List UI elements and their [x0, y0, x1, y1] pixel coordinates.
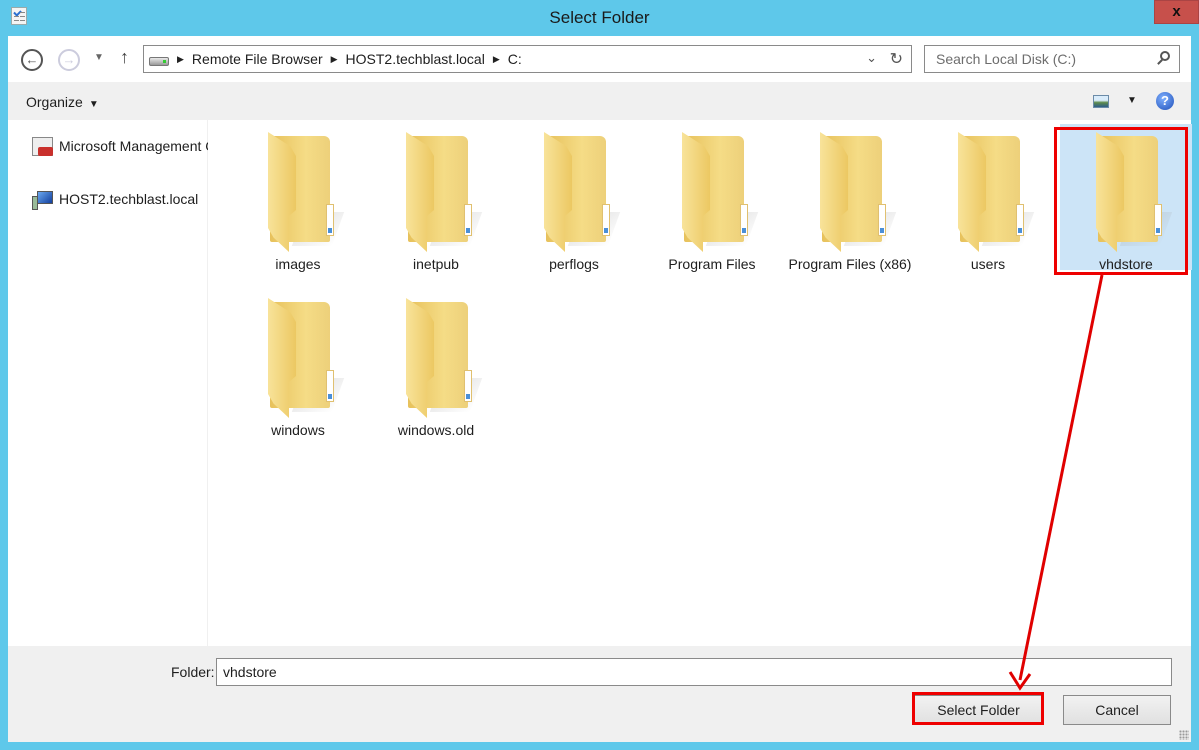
folder-item[interactable]: windows.old — [370, 290, 502, 439]
forward-arrow-icon[interactable]: → — [58, 49, 80, 71]
folder-name-input[interactable] — [216, 658, 1172, 686]
drive-icon — [149, 57, 169, 66]
organize-label: Organize — [26, 94, 83, 110]
window-title: Select Folder — [549, 8, 650, 27]
navigation-bar: ← → ▼ ↑ ▶ Remote File Browser ▶ HOST2.te… — [8, 36, 1191, 82]
folder-item[interactable]: Program Files (x86) — [784, 124, 916, 273]
back-arrow-icon[interactable]: ← — [21, 49, 43, 71]
computer-icon — [32, 190, 53, 210]
folder-icon — [396, 132, 483, 252]
folder-name: windows — [271, 422, 325, 438]
folder-item[interactable]: Program Files — [646, 124, 778, 273]
breadcrumb-separator-icon[interactable]: ▶ — [331, 54, 338, 65]
annotation-highlight-select-button — [912, 692, 1044, 725]
resize-grip[interactable] — [1179, 730, 1189, 740]
mmc-icon — [32, 136, 53, 156]
breadcrumb-item[interactable]: C: — [508, 51, 522, 67]
breadcrumb-item[interactable]: HOST2.techblast.local — [346, 51, 485, 67]
recent-locations-dropdown[interactable]: ▼ — [94, 52, 104, 63]
chevron-down-icon[interactable]: ⌄ — [866, 50, 877, 66]
folder-icon — [948, 132, 1035, 252]
folder-name: Program Files — [668, 256, 756, 272]
dialog-window: ← → ▼ ↑ ▶ Remote File Browser ▶ HOST2.te… — [8, 36, 1192, 742]
title-bar: Select Folder x — [0, 0, 1199, 36]
sidebar-item-host2[interactable]: HOST2.techblast.local — [32, 187, 208, 211]
navigation-pane: Microsoft Management Console HOST2.techb… — [8, 120, 208, 646]
folder-item[interactable]: perflogs — [508, 124, 640, 273]
folder-name: users — [970, 256, 1006, 272]
cancel-button[interactable]: Cancel — [1063, 695, 1171, 725]
folder-item[interactable]: inetpub — [370, 124, 502, 273]
folder-name: images — [275, 256, 321, 272]
breadcrumb: ▶ Remote File Browser ▶ HOST2.techblast.… — [177, 51, 522, 67]
view-options-dropdown[interactable]: ▼ — [1127, 95, 1137, 106]
folder-name: windows.old — [397, 422, 475, 438]
folder-icon — [258, 298, 345, 418]
sidebar-item-label: HOST2.techblast.local — [59, 191, 199, 207]
folder-icon — [672, 132, 759, 252]
search-icon[interactable] — [1160, 51, 1170, 61]
folder-icon — [534, 132, 621, 252]
address-bar[interactable]: ▶ Remote File Browser ▶ HOST2.techblast.… — [143, 45, 912, 73]
breadcrumb-item[interactable]: Remote File Browser — [192, 51, 323, 67]
folder-label: Folder: — [171, 664, 215, 680]
help-icon[interactable]: ? — [1156, 92, 1174, 110]
search-input[interactable]: Search Local Disk (C:) — [924, 45, 1180, 73]
search-placeholder: Search Local Disk (C:) — [936, 51, 1077, 67]
folder-item[interactable]: images — [232, 124, 364, 273]
content-area: Microsoft Management Console HOST2.techb… — [8, 120, 1192, 646]
folder-icon — [258, 132, 345, 252]
up-arrow-icon[interactable]: ↑ — [120, 47, 129, 68]
close-button[interactable]: x — [1154, 0, 1199, 24]
organize-button[interactable]: Organize ▼ — [26, 94, 99, 110]
change-view-icon[interactable] — [1093, 95, 1109, 108]
breadcrumb-separator-icon[interactable]: ▶ — [493, 54, 500, 65]
refresh-icon[interactable]: ↻ — [890, 49, 903, 69]
folder-name: Program Files (x86) — [788, 256, 912, 272]
folder-item[interactable]: users — [922, 124, 1054, 273]
sidebar-item-label: Microsoft Management Console — [59, 138, 208, 154]
folder-icon — [810, 132, 897, 252]
folder-icon — [396, 298, 483, 418]
folder-name: inetpub — [413, 256, 459, 272]
breadcrumb-separator-icon[interactable]: ▶ — [177, 54, 184, 65]
command-bar: Organize ▼ ▼ ? — [8, 82, 1191, 120]
folder-name: perflogs — [549, 256, 599, 272]
sidebar-item-mmc[interactable]: Microsoft Management Console — [32, 134, 208, 158]
folder-item[interactable]: windows — [232, 290, 364, 439]
chevron-down-icon: ▼ — [88, 99, 99, 110]
annotation-highlight-vhdstore — [1054, 127, 1188, 275]
folder-list: images inetpub perflogs Program Files Progra… — [208, 120, 1192, 646]
